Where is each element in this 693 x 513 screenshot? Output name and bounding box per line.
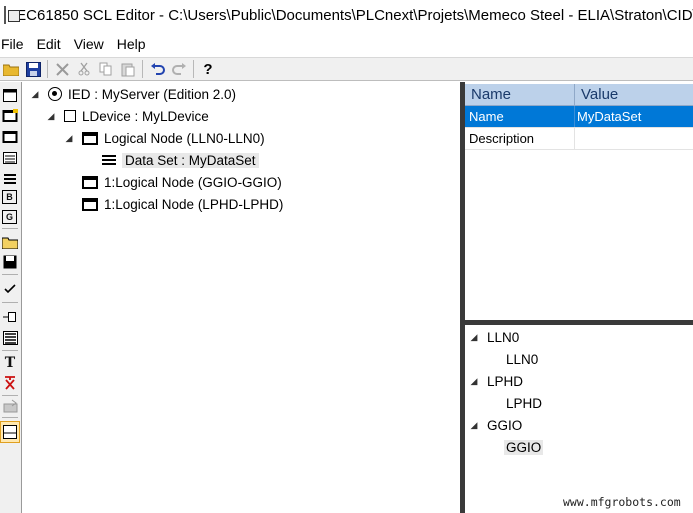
ln-child-label: LLN0 [506, 351, 539, 367]
expanded-arrow-icon[interactable]: ◢ [46, 111, 56, 122]
properties-grid: Name Value Name MyDataSet Description [465, 82, 693, 320]
tree-item-lphd[interactable]: 1:Logical Node (LPHD-LPHD) [82, 194, 283, 214]
logical-node-icon[interactable] [1, 149, 19, 167]
cut-icon[interactable] [73, 59, 95, 79]
open-folder-icon[interactable] [0, 59, 22, 79]
toolbar-separator [2, 417, 18, 418]
window-icon[interactable] [1, 86, 19, 104]
column-header-name[interactable]: Name [465, 84, 575, 105]
expanded-arrow-icon[interactable]: ◢ [30, 89, 40, 100]
ln-group-ggio[interactable]: ◢ GGIO [469, 415, 523, 435]
expanded-arrow-icon[interactable]: ◢ [64, 133, 74, 144]
property-row-name[interactable]: Name MyDataSet [465, 106, 693, 128]
save-file-icon[interactable] [1, 253, 19, 271]
text-tool-icon[interactable]: T [1, 354, 19, 372]
panel-layout-icon[interactable] [0, 421, 20, 443]
property-row-description[interactable]: Description [465, 128, 693, 150]
property-value-cell[interactable]: MyDataSet [575, 106, 693, 127]
toolbar-separator [2, 395, 18, 396]
window-title: IEC61850 SCL Editor - C:\Users\Public\Do… [12, 6, 693, 24]
paste-icon[interactable] [117, 59, 139, 79]
tree-item-label: 1:Logical Node (GGIO-GGIO) [104, 174, 282, 190]
tree-item-ggio[interactable]: 1:Logical Node (GGIO-GGIO) [82, 172, 282, 192]
open-file-icon[interactable] [1, 233, 19, 251]
folder-icon [82, 197, 98, 211]
tree-item-label: Logical Node (LLN0-LLN0) [104, 130, 265, 146]
property-value-cell[interactable] [575, 128, 693, 149]
connector-icon[interactable] [1, 308, 19, 326]
redo-icon[interactable] [168, 59, 190, 79]
list-icon[interactable] [1, 329, 19, 347]
tree-item-label: Data Set : MyDataSet [122, 152, 259, 168]
toolbar-separator [2, 350, 18, 351]
folder-icon [82, 131, 98, 145]
delete-icon[interactable] [51, 59, 73, 79]
goose-control-icon[interactable]: G [2, 210, 17, 224]
tree-item-dataset[interactable]: Data Set : MyDataSet [102, 150, 259, 170]
logical-node-type-tree: ◢ LLN0 LLN0 ◢ LPHD LPHD ◢ GGIO GGIO [465, 325, 693, 513]
toolbar-separator [2, 228, 18, 229]
save-icon[interactable] [22, 59, 44, 79]
tree-item-label: LDevice : MyLDevice [82, 108, 209, 124]
left-toolbar: B G T [0, 82, 22, 513]
tree-item-ied[interactable]: ◢ IED : MyServer (Edition 2.0) [30, 84, 237, 104]
expanded-arrow-icon[interactable]: ◢ [469, 376, 479, 387]
check-icon[interactable] [1, 280, 19, 298]
properties-header: Name Value [465, 84, 693, 106]
property-name-cell: Description [465, 128, 575, 149]
app-icon [4, 6, 20, 24]
menu-view[interactable]: View [72, 36, 111, 52]
ldevice-icon[interactable] [1, 128, 19, 146]
expanded-arrow-icon[interactable]: ◢ [469, 332, 479, 343]
toolbar-separator [47, 60, 48, 78]
scl-tree-pane: ◢ IED : MyServer (Edition 2.0) ◢ LDevice… [24, 82, 460, 513]
undo-icon[interactable] [146, 59, 168, 79]
menu-bar: File Edit View Help [0, 32, 693, 56]
dataset-icon[interactable] [1, 170, 19, 188]
toolbar-separator [193, 60, 194, 78]
watermark: www.mfgrobots.com [563, 495, 681, 509]
ln-child-lphd[interactable]: LPHD [506, 393, 542, 413]
menu-help[interactable]: Help [115, 36, 153, 52]
menu-edit[interactable]: Edit [35, 36, 68, 52]
help-icon[interactable]: ? [197, 59, 219, 79]
menu-file[interactable]: File [0, 36, 31, 52]
report-block-icon[interactable]: B [2, 190, 17, 204]
folder-icon [82, 175, 98, 189]
toolbar-separator [2, 274, 18, 275]
ied-icon[interactable] [1, 107, 19, 125]
expanded-arrow-icon[interactable]: ◢ [469, 420, 479, 431]
column-header-value[interactable]: Value [575, 84, 693, 105]
import-icon[interactable] [1, 397, 19, 415]
toolbar-separator [2, 302, 18, 303]
main-toolbar: ? [0, 57, 693, 81]
scissors-tool-icon[interactable] [1, 374, 19, 392]
ln-group-label: LLN0 [487, 329, 520, 345]
ln-group-lphd[interactable]: ◢ LPHD [469, 371, 523, 391]
title-bar: IEC61850 SCL Editor - C:\Users\Public\Do… [0, 0, 693, 30]
copy-icon[interactable] [95, 59, 117, 79]
ln-child-label: LPHD [506, 395, 543, 411]
toolbar-separator [142, 60, 143, 78]
tree-item-label: 1:Logical Node (LPHD-LPHD) [104, 196, 284, 212]
ln-child-lln0[interactable]: LLN0 [506, 349, 538, 369]
tree-item-ldevice[interactable]: ◢ LDevice : MyLDevice [46, 106, 209, 126]
tree-item-lln0[interactable]: ◢ Logical Node (LLN0-LLN0) [64, 128, 265, 148]
ln-child-label: GGIO [504, 439, 544, 455]
ln-child-ggio[interactable]: GGIO [504, 437, 544, 457]
ied-node-icon [48, 87, 62, 101]
ln-group-lln0[interactable]: ◢ LLN0 [469, 327, 520, 347]
tree-item-label: IED : MyServer (Edition 2.0) [68, 86, 237, 102]
ldevice-node-icon [64, 110, 76, 122]
dataset-node-icon [102, 155, 116, 165]
ln-group-label: GGIO [487, 417, 523, 433]
ln-group-label: LPHD [487, 373, 524, 389]
property-name-cell: Name [465, 106, 575, 127]
